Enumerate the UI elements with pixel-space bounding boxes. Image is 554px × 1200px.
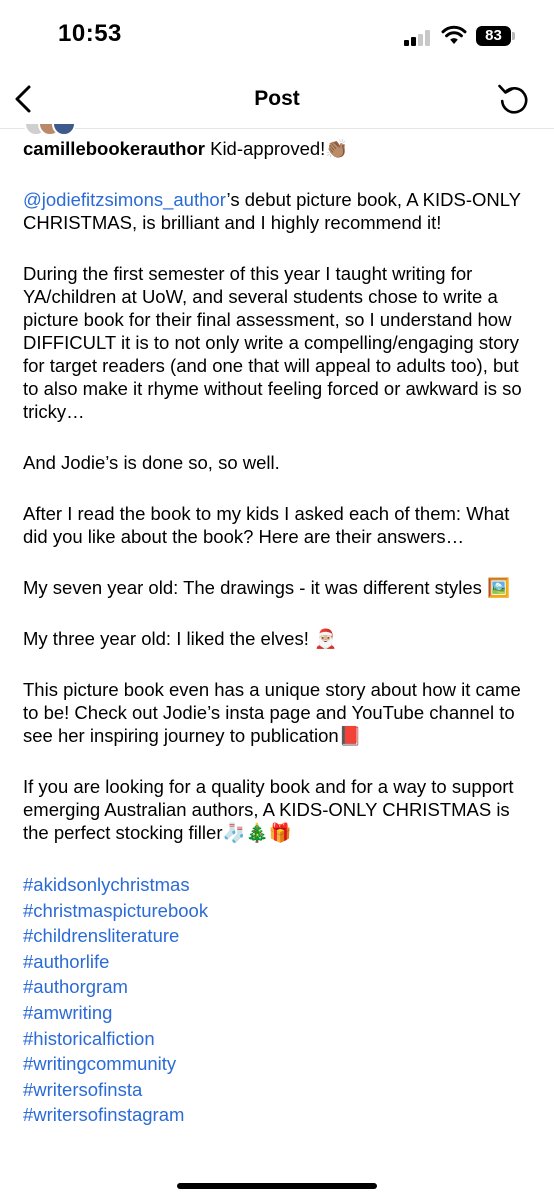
liked-by-avatars[interactable] [24, 124, 84, 134]
username-link[interactable]: camillebookerauthor [23, 138, 205, 159]
mention-link[interactable]: @jodiefitzsimons_author [23, 189, 227, 210]
hashtag-link[interactable]: #childrensliterature [23, 923, 531, 949]
caption-paragraph: After I read the book to my kids I asked… [23, 503, 510, 547]
post-caption: camillebookerauthor Kid-approved!👏🏽 @jod… [23, 137, 531, 1128]
status-bar: 10:53 83 [0, 0, 554, 70]
caption-headline: camillebookerauthor Kid-approved!👏🏽 [23, 137, 531, 160]
hashtag-link[interactable]: #writersofinsta [23, 1077, 531, 1103]
battery-icon: 83 [476, 26, 511, 46]
caption-paragraph: This picture book even has a unique stor… [23, 679, 521, 746]
caption-paragraph: My three year old: I liked the elves! 🎅🏼 [23, 628, 338, 649]
caption-paragraph: If you are looking for a quality book an… [23, 776, 514, 843]
caption-paragraph: And Jodie’s is done so, so well. [23, 452, 280, 473]
wifi-icon [441, 25, 467, 44]
hashtag-link[interactable]: #amwriting [23, 1000, 531, 1026]
hashtag-link[interactable]: #writingcommunity [23, 1051, 531, 1077]
home-indicator[interactable] [177, 1183, 377, 1189]
cellular-signal-icon [404, 30, 434, 46]
hashtag-link[interactable]: #christmaspicturebook [23, 898, 531, 924]
caption-paragraph: During the first semester of this year I… [23, 263, 522, 422]
hashtag-link[interactable]: #authorlife [23, 949, 531, 975]
hashtag-link[interactable]: #authorgram [23, 974, 531, 1000]
avatar [52, 124, 76, 134]
hashtag-link[interactable]: #akidsonlychristmas [23, 872, 531, 898]
hashtag-list: #akidsonlychristmas #christmaspictureboo… [23, 872, 531, 1128]
battery-cap [512, 32, 515, 40]
navigation-bar: Post [0, 70, 554, 129]
status-time: 10:53 [58, 20, 122, 47]
caption-paragraph: My seven year old: The drawings - it was… [23, 577, 511, 598]
refresh-icon[interactable] [495, 80, 533, 118]
hashtag-link[interactable]: #historicalfiction [23, 1026, 531, 1052]
page-title: Post [254, 87, 300, 110]
caption-headline-text: Kid-approved!👏🏽 [204, 138, 349, 159]
caption-paragraph: @jodiefitzsimons_author’s debut picture … [23, 188, 531, 234]
hashtag-link[interactable]: #writersofinstagram [23, 1102, 531, 1128]
